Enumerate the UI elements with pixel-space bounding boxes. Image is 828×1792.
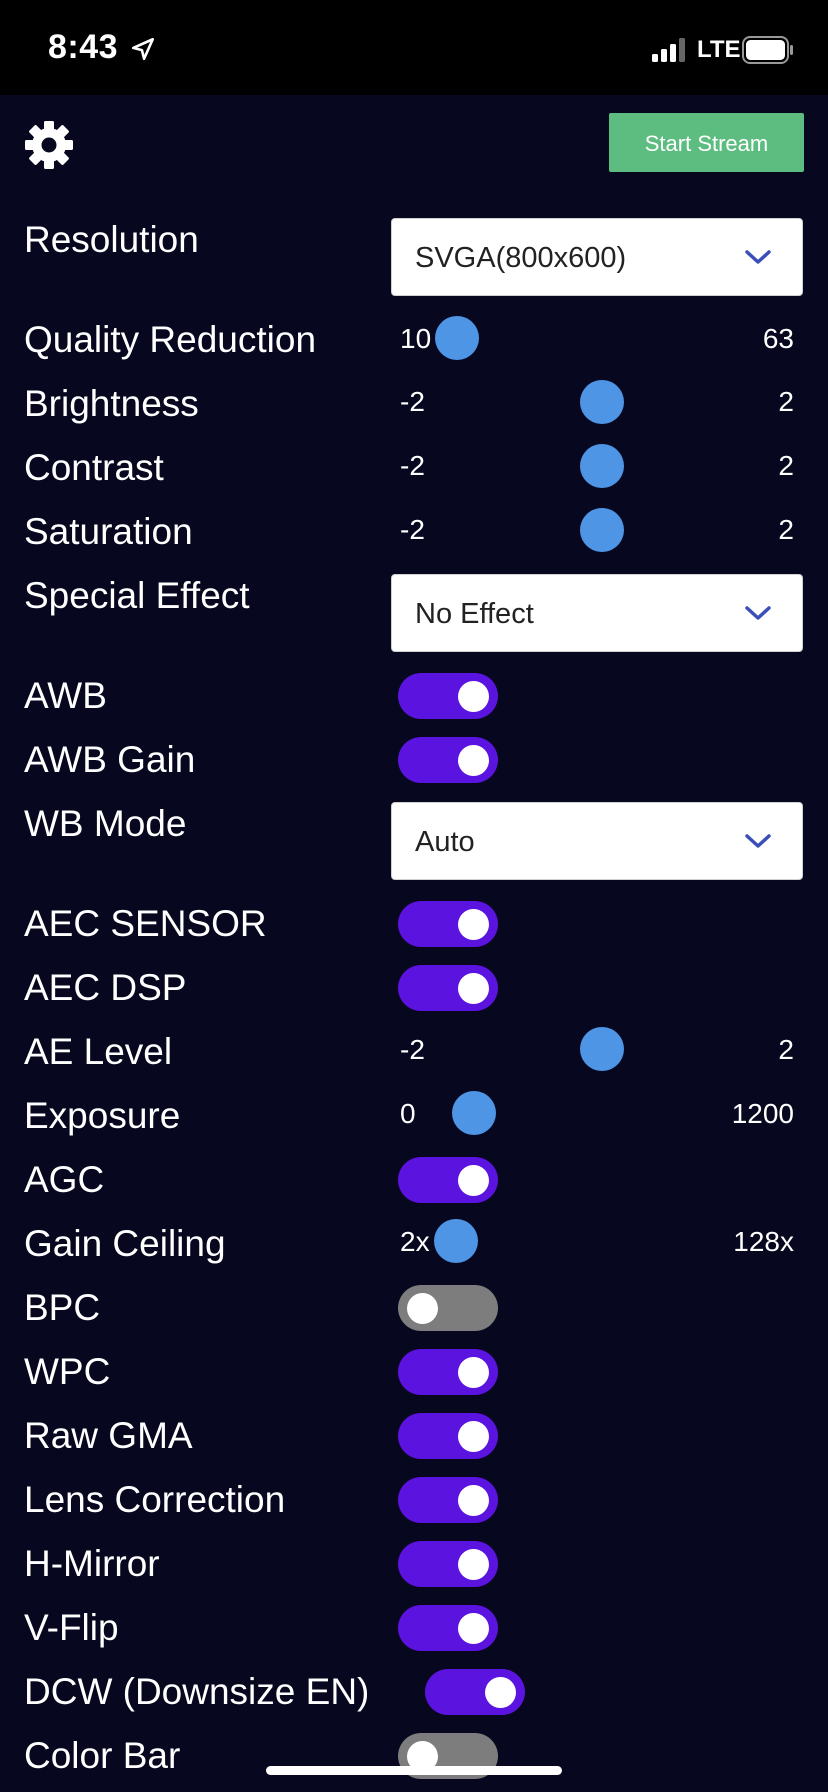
resolution-select[interactable]: SVGA(800x600) <box>391 218 803 296</box>
awb-toggle[interactable] <box>398 673 498 719</box>
toggle-knob <box>458 1613 489 1644</box>
contrast-thumb[interactable] <box>579 444 624 488</box>
battery-icon <box>742 36 793 64</box>
wb-mode-value: Auto <box>415 826 475 858</box>
ae-level-label: AE Level <box>24 1031 173 1072</box>
resolution-label: Resolution <box>24 219 199 260</box>
toggle-knob <box>458 1165 489 1196</box>
dcw-toggle[interactable] <box>425 1669 525 1715</box>
wpc-toggle[interactable] <box>398 1349 498 1395</box>
toggle-knob <box>407 1293 438 1324</box>
v-flip-label: V-Flip <box>24 1607 119 1648</box>
h-mirror-toggle[interactable] <box>398 1541 498 1587</box>
agc-label: AGC <box>24 1159 105 1200</box>
brightness-thumb[interactable] <box>579 380 624 424</box>
color-bar-label: Color Bar <box>24 1735 181 1776</box>
toggle-knob <box>458 1421 489 1452</box>
gain-ceiling-thumb[interactable] <box>434 1219 478 1263</box>
saturation-thumb[interactable] <box>579 508 624 552</box>
awb-gain-label: AWB Gain <box>24 739 196 780</box>
special-effect-value: No Effect <box>415 598 534 630</box>
raw-gma-label: Raw GMA <box>24 1415 193 1456</box>
brightness-max: 2 <box>778 386 794 417</box>
toggle-knob <box>458 745 489 776</box>
gain-ceiling-label: Gain Ceiling <box>24 1223 226 1264</box>
raw-gma-toggle[interactable] <box>398 1413 498 1459</box>
toggle-knob <box>458 1485 489 1516</box>
exposure-min: 0 <box>400 1098 416 1129</box>
quality-reduction-label: Quality Reduction <box>24 319 317 360</box>
lens-correction-toggle[interactable] <box>398 1477 498 1523</box>
exposure-thumb[interactable] <box>451 1091 496 1135</box>
brightness-label: Brightness <box>24 383 199 424</box>
dcw-label: DCW (Downsize EN) <box>24 1671 370 1712</box>
toggle-knob <box>485 1677 516 1708</box>
gain-ceiling-min: 2x <box>400 1226 430 1257</box>
contrast-min: -2 <box>400 450 425 481</box>
network-type: LTE <box>697 36 741 63</box>
aec-sensor-toggle[interactable] <box>398 901 498 947</box>
quality-reduction-min: 10 <box>400 323 432 354</box>
ae-level-min: -2 <box>400 1034 425 1065</box>
contrast-max: 2 <box>778 450 794 481</box>
aec-sensor-label: AEC SENSOR <box>24 903 267 944</box>
ae-level-max: 2 <box>778 1034 794 1065</box>
gain-ceiling-max: 128x <box>733 1226 794 1257</box>
saturation-max: 2 <box>778 514 794 545</box>
agc-toggle[interactable] <box>398 1157 498 1203</box>
toggle-knob <box>458 973 489 1004</box>
saturation-label: Saturation <box>24 511 193 552</box>
ae-level-thumb[interactable] <box>579 1027 624 1071</box>
wpc-label: WPC <box>24 1351 111 1392</box>
bpc-label: BPC <box>24 1287 101 1328</box>
lens-correction-label: Lens Correction <box>24 1479 286 1520</box>
home-indicator[interactable] <box>266 1766 562 1775</box>
chevron-down-icon <box>745 606 771 620</box>
awb-gain-toggle[interactable] <box>398 737 498 783</box>
contrast-label: Contrast <box>24 447 164 488</box>
status-time: 8:43 <box>48 28 119 66</box>
wb-mode-label: WB Mode <box>24 803 187 844</box>
chevron-down-icon <box>745 834 771 848</box>
h-mirror-label: H-Mirror <box>24 1543 160 1584</box>
aec-dsp-toggle[interactable] <box>398 965 498 1011</box>
bpc-toggle[interactable] <box>398 1285 498 1331</box>
toggle-knob <box>458 909 489 940</box>
resolution-value: SVGA(800x600) <box>415 242 627 274</box>
exposure-label: Exposure <box>24 1095 181 1136</box>
cellular-signal-icon <box>652 38 685 62</box>
wb-mode-select[interactable]: Auto <box>391 802 803 880</box>
toggle-knob <box>458 1549 489 1580</box>
v-flip-toggle[interactable] <box>398 1605 498 1651</box>
gear-icon[interactable] <box>24 120 74 170</box>
exposure-max: 1200 <box>731 1098 794 1129</box>
start-stream-button[interactable]: Start Stream <box>609 113 804 172</box>
special-effect-label: Special Effect <box>24 575 250 616</box>
special-effect-select[interactable]: No Effect <box>391 574 803 652</box>
location-arrow-icon <box>131 37 155 61</box>
quality-reduction-thumb[interactable] <box>435 316 479 360</box>
quality-reduction-max: 63 <box>762 323 794 354</box>
toggle-knob <box>458 1357 489 1388</box>
toggle-knob <box>458 681 489 712</box>
chevron-down-icon <box>745 250 771 264</box>
awb-label: AWB <box>24 675 107 716</box>
aec-dsp-label: AEC DSP <box>24 967 187 1008</box>
saturation-min: -2 <box>400 514 425 545</box>
brightness-min: -2 <box>400 386 425 417</box>
status-bar: 8:43 LTE <box>0 0 828 95</box>
